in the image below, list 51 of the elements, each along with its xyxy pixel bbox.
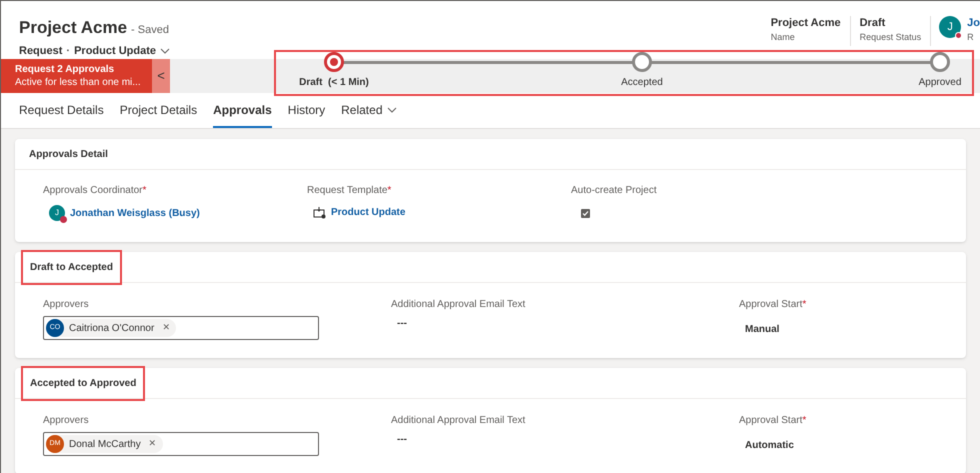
auto-create-checkbox[interactable] [581, 209, 590, 218]
header-field-value: Draft [860, 16, 886, 30]
header-field-label: Name [770, 31, 796, 44]
tab[interactable]: Related [341, 93, 396, 128]
field-label: Approvers [43, 414, 90, 428]
section-title: Accepted to Approved [21, 366, 146, 401]
separator-dot: · [66, 44, 70, 58]
owner-role: R [967, 31, 975, 44]
template-link[interactable]: Product Update [331, 205, 406, 220]
coordinator-link[interactable]: Jonathan Weisglass (Busy) [70, 206, 200, 220]
tab[interactable]: Request Details [19, 93, 104, 128]
tab[interactable]: History [288, 93, 326, 128]
record-title: Project Acme [19, 17, 128, 39]
header-field-label: Request Status [860, 31, 922, 44]
form-selector[interactable]: Product Update [74, 42, 170, 59]
section-title: Approvals Detail [29, 148, 108, 162]
field-label: Approvals Coordinator* [43, 184, 148, 198]
remove-button[interactable]: ✕ [162, 321, 170, 335]
field-label: Auto-create Project [571, 184, 658, 198]
field-value: --- [396, 317, 408, 332]
template-icon [313, 206, 326, 218]
field-label: Approval Start* [739, 298, 808, 312]
section-title: Draft to Accepted [21, 250, 122, 285]
field-label: Approval Start* [739, 414, 808, 428]
field-value: Manual [744, 323, 780, 338]
field-value: Automatic [744, 439, 795, 454]
process-name: Request 2 Approvals [15, 63, 116, 76]
person-avatar: J [49, 205, 65, 221]
approver-name: Caitriona O'Connor [69, 322, 154, 336]
remove-button[interactable]: ✕ [148, 437, 157, 451]
save-status: - Saved [131, 23, 169, 38]
tab[interactable]: Project Details [120, 93, 198, 128]
collapse-button[interactable]: < [152, 59, 170, 93]
approver-name: Donal McCarthy [69, 438, 141, 452]
owner-avatar[interactable]: J [939, 16, 962, 38]
stage-node[interactable] [930, 52, 950, 72]
stage-node[interactable] [632, 52, 652, 72]
field-label: Request Template* [307, 184, 392, 198]
stage-label: Accepted [621, 76, 663, 90]
field-label: Additional Approval Email Text [391, 414, 526, 428]
entity-name: Request [19, 44, 62, 58]
header-field-value: Project Acme [770, 16, 841, 30]
process-duration: Active for less than one mi... [15, 76, 142, 89]
chevron-down-icon [160, 46, 170, 56]
stage-label: Draft (< 1 Min) [299, 76, 369, 90]
field-label: Additional Approval Email Text [391, 298, 526, 312]
field-label: Approvers [43, 298, 90, 312]
field-value: --- [396, 433, 408, 448]
owner-name[interactable]: Jo [967, 16, 980, 30]
stage-node[interactable] [324, 52, 344, 72]
stage-label: Approved [918, 76, 962, 90]
